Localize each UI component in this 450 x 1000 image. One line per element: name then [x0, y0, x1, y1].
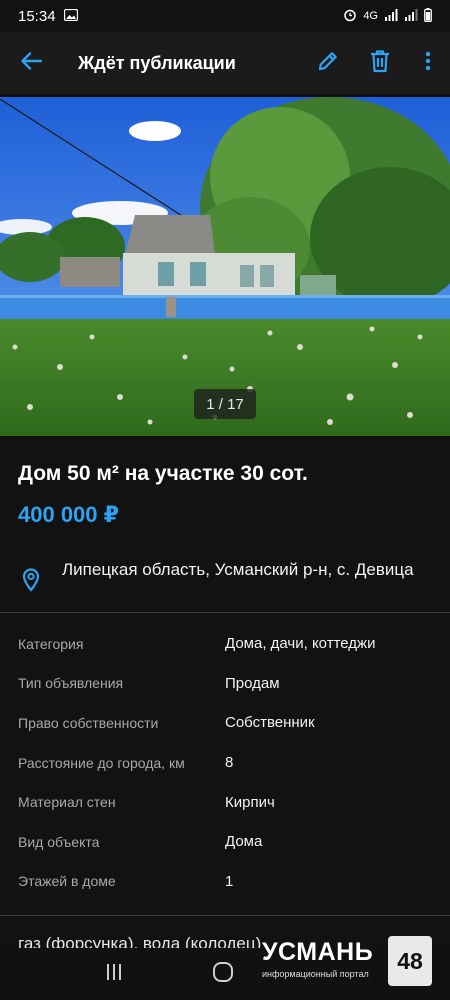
listing-title: Дом 50 м² на участке 30 сот.	[18, 462, 308, 485]
status-time: 15:34	[18, 7, 56, 25]
param-value: Дома, дачи, коттеджи	[225, 635, 376, 653]
signal-secondary-icon	[404, 8, 418, 24]
more-vertical-icon	[425, 51, 431, 76]
param-row: Расстояние до города, км 8	[0, 743, 450, 783]
page-title: Ждёт публикации	[78, 52, 236, 73]
status-bar: 15:34 4G	[0, 0, 450, 32]
delete-button[interactable]	[354, 32, 406, 94]
location-row[interactable]: Липецкая область, Усманский р-н, с. Деви…	[0, 556, 450, 612]
param-key: Категория	[18, 635, 84, 652]
home-icon	[212, 961, 233, 982]
param-key: Вид объекта	[18, 833, 100, 850]
params-list: Категория Дома, дачи, коттеджи Тип объяв…	[0, 624, 450, 901]
watermark-name: УСМАНЬ	[262, 938, 374, 966]
param-row: Этажей в доме 1	[0, 862, 450, 902]
divider	[0, 612, 450, 613]
house-photo-image	[0, 97, 450, 436]
trash-icon	[369, 49, 391, 78]
param-value: Дома	[225, 833, 263, 851]
network-type-label: 4G	[363, 10, 378, 22]
edit-button[interactable]	[302, 32, 354, 94]
param-row: Вид объекта Дома	[0, 822, 450, 862]
divider	[0, 915, 450, 916]
home-button[interactable]	[212, 961, 234, 988]
param-value: 1	[225, 872, 234, 890]
param-key: Этажей в доме	[18, 873, 116, 890]
param-value: Продам	[225, 674, 280, 692]
location-pin-icon	[0, 556, 62, 612]
watermark-badge: 48	[388, 936, 432, 986]
arrow-left-icon	[20, 51, 43, 75]
more-options-button[interactable]	[406, 32, 450, 94]
param-row: Право собственности Собственник	[0, 703, 450, 743]
param-value: 8	[225, 754, 234, 772]
app-bar: Ждёт публикации	[0, 32, 450, 94]
signal-icon	[384, 8, 398, 24]
param-value: Кирпич	[225, 793, 275, 811]
watermark-subtitle: информационный портал	[262, 969, 369, 979]
gallery-notification-icon	[63, 8, 78, 25]
param-row: Тип объявления Продам	[0, 664, 450, 704]
pencil-icon	[316, 49, 340, 78]
recent-apps-button[interactable]	[105, 963, 123, 986]
param-row: Материал стен Кирпич	[0, 782, 450, 822]
listing-price: 400 000 ₽	[18, 502, 119, 527]
back-button[interactable]	[0, 32, 62, 94]
listing-photo[interactable]	[0, 97, 450, 436]
recent-apps-icon	[106, 963, 121, 980]
param-key: Расстояние до города, км	[18, 754, 185, 771]
location-text: Липецкая область, Усманский р-н, с. Деви…	[62, 560, 414, 579]
param-key: Право собственности	[18, 714, 159, 731]
photo-counter: 1 / 17	[194, 389, 256, 419]
alarm-icon	[343, 8, 357, 25]
watermark: УСМАНЬ информационный портал 48	[262, 936, 434, 988]
param-value: Собственник	[225, 714, 315, 732]
param-row: Категория Дома, дачи, коттеджи	[0, 624, 450, 664]
battery-icon	[424, 7, 432, 25]
param-key: Материал стен	[18, 794, 116, 811]
param-key: Тип объявления	[18, 675, 124, 692]
